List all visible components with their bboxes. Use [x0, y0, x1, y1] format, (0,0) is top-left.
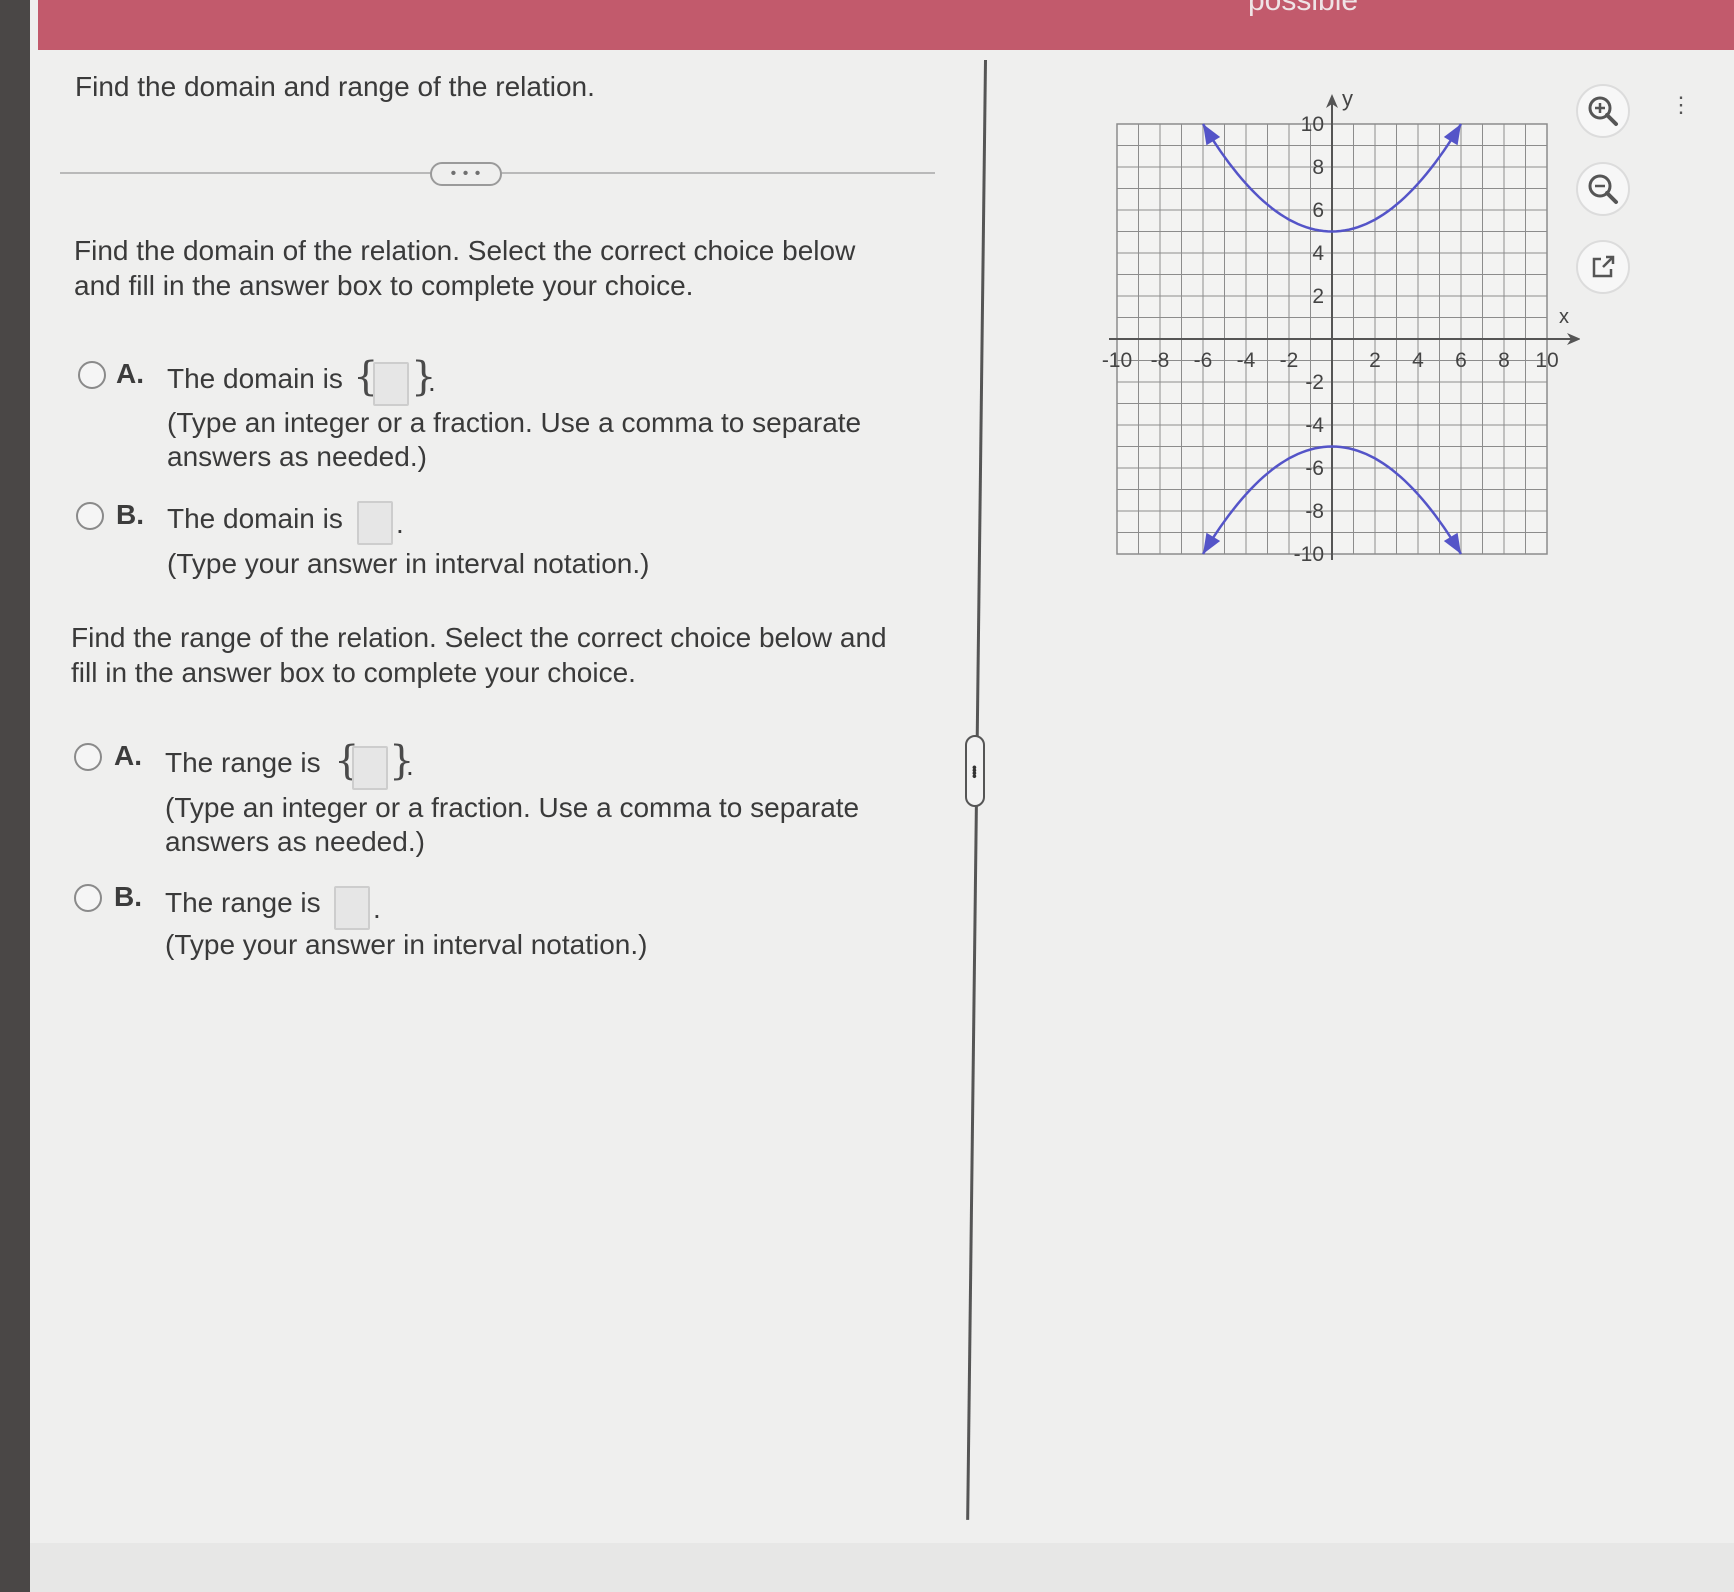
domain-choice-b-letter: B. — [116, 499, 144, 530]
x-tick-label: -4 — [1237, 349, 1256, 372]
range-prompt-line1: Find the range of the relation. Select t… — [71, 622, 887, 653]
y-tick-label: -10 — [1294, 543, 1324, 566]
range-choice-b-label: The range is — [165, 887, 321, 918]
range-set-answer-input[interactable] — [352, 746, 388, 790]
zoom-in-button[interactable] — [1576, 84, 1630, 138]
domain-choice-a-letter: A. — [116, 358, 144, 389]
domain-prompt-line2: and fill in the answer box to complete y… — [74, 270, 694, 301]
range-choice-a-hint-line2: answers as needed.) — [165, 826, 425, 857]
domain-a-period: . — [428, 366, 436, 397]
question-title: Find the domain and range of the relatio… — [75, 71, 595, 102]
domain-choice-b-label: The domain is — [167, 503, 343, 534]
question-panel: Find the domain and range of the relatio… — [30, 50, 980, 1543]
relation-graph: x y -10 -8 -6 -4 -2 2 4 6 8 10 10 8 6 4 2 -2 -4 -6 -8 -10 — [1102, 86, 1580, 566]
domain-b-period: . — [396, 508, 404, 539]
y-tick-label: 4 — [1312, 242, 1324, 265]
x-tick-label: 2 — [1369, 349, 1381, 372]
x-tick-label: 8 — [1498, 349, 1510, 372]
top-bar-status: possible — [1248, 0, 1359, 17]
domain-interval-answer-input[interactable] — [357, 501, 393, 545]
range-choice-a-label: The range is — [165, 747, 321, 778]
x-tick-label: 6 — [1455, 349, 1467, 372]
y-tick-label: -8 — [1305, 500, 1324, 523]
x-tick-label: -2 — [1280, 349, 1299, 372]
y-axis-label: y — [1342, 86, 1353, 111]
domain-choice-a-hint-line1: (Type an integer or a fraction. Use a co… — [167, 407, 862, 438]
zoom-in-icon — [1588, 96, 1618, 126]
range-choice-b-letter: B. — [114, 881, 142, 912]
x-tick-label: 4 — [1412, 349, 1424, 372]
external-link-icon — [1592, 255, 1615, 278]
domain-set-answer-input[interactable] — [373, 362, 409, 406]
expand-question-button[interactable]: • • • — [430, 162, 502, 186]
domain-choice-a-label: The domain is — [167, 363, 343, 394]
domain-choice-a-radio[interactable] — [78, 361, 106, 389]
y-tick-label: 8 — [1312, 156, 1324, 179]
range-prompt-line2: fill in the answer box to complete your … — [71, 657, 636, 688]
x-tick-label: -10 — [1102, 349, 1132, 372]
domain-choice-b-hint: (Type your answer in interval notation.) — [167, 548, 650, 579]
x-axis-label: x — [1559, 306, 1569, 328]
y-tick-label: -4 — [1305, 414, 1324, 437]
range-choice-a-hint-line1: (Type an integer or a fraction. Use a co… — [165, 792, 860, 823]
y-tick-label: -2 — [1305, 371, 1324, 394]
range-choice-a-letter: A. — [114, 740, 142, 771]
range-choice-a-radio[interactable] — [74, 743, 102, 771]
panel-resize-handle[interactable]: •••• — [965, 735, 985, 807]
y-tick-label: -6 — [1305, 457, 1324, 480]
range-a-period: . — [406, 750, 414, 781]
y-tick-label: 10 — [1301, 113, 1324, 136]
range-choice-b-radio[interactable] — [74, 884, 102, 912]
range-b-period: . — [373, 893, 381, 924]
domain-prompt-line1: Find the domain of the relation. Select … — [74, 235, 856, 266]
more-options-icon[interactable]: ⋮ — [1670, 92, 1692, 118]
footer-bar — [30, 1543, 1734, 1592]
y-tick-label: 2 — [1312, 285, 1324, 308]
domain-choice-a-hint-line2: answers as needed.) — [167, 441, 427, 472]
top-bar: possible — [38, 0, 1734, 50]
app-screen: possible Find the domain and range of th… — [30, 0, 1734, 1592]
x-tick-label: 10 — [1535, 349, 1558, 372]
x-tick-label: -8 — [1151, 349, 1170, 372]
open-external-button[interactable] — [1576, 240, 1630, 294]
range-interval-answer-input[interactable] — [334, 886, 370, 930]
domain-choice-b-radio[interactable] — [76, 502, 104, 530]
x-tick-label: -6 — [1194, 349, 1213, 372]
zoom-out-icon — [1588, 174, 1618, 204]
zoom-out-button[interactable] — [1576, 162, 1630, 216]
range-choice-b-hint: (Type your answer in interval notation.) — [165, 929, 648, 960]
y-tick-label: 6 — [1312, 199, 1324, 222]
